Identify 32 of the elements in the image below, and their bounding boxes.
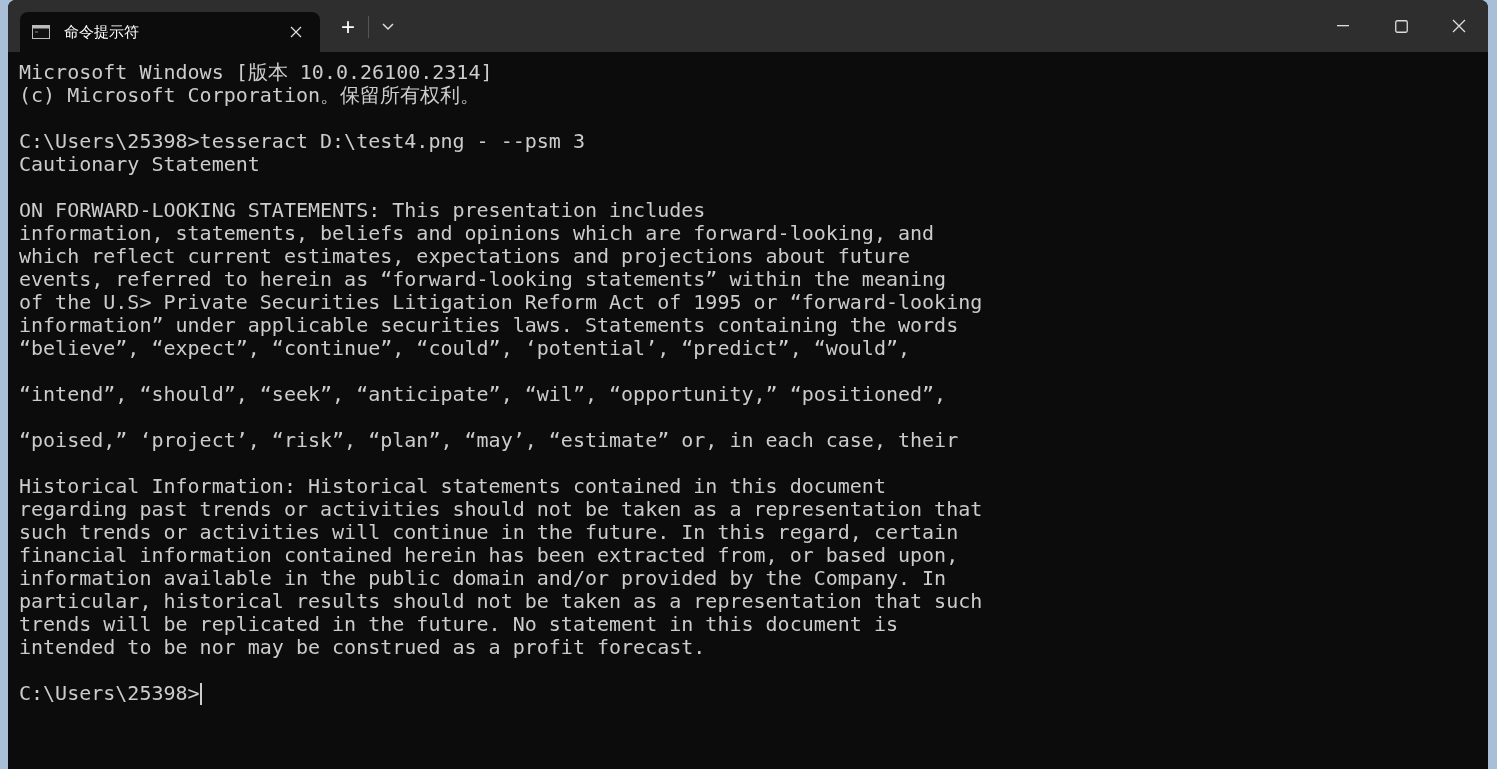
console-line: Historical Information: Historical statements contained in this document [19,474,886,498]
console-line: of the U.S> Private Securities Litigation Reform Act of 1995 or “forward-looking [19,290,983,314]
console-line: trends will be replicated in the future. No statement in this document is [19,612,898,636]
console-line: information” under applicable securities laws. Statements containing the words [19,313,959,337]
console-line: Cautionary Statement [19,152,260,176]
tab[interactable]: 命令提示符 [20,12,320,52]
console-line: information, statements, beliefs and opinions which are forward-looking, and [19,221,935,245]
minimize-icon [1337,25,1349,27]
console-line: such trends or activities will continue in the future. In this regard, certain [19,520,959,544]
console-line: ON FORWARD-LOOKING STATEMENTS: This presentation includes [19,198,706,222]
terminal-icon [32,25,50,39]
console-line: “believe”, “expect”, “continue”, “could”, ‘potential’, “predict”, “would”, [19,336,911,360]
new-tab-button[interactable]: + [332,11,364,43]
console-line: intended to be nor may be construed as a profit forecast. [19,635,706,659]
close-icon [290,26,302,38]
console-line: “intend”, “should”, “seek”, “anticipate”, “wil”, “opportunity,” “positioned”, [19,382,947,406]
console-line: financial information contained herein has been extracted from, or based upon, [19,543,959,567]
console-line: (c) Microsoft Corporation。保留所有权利。 [19,83,481,107]
console-line: particular, historical results should not be taken as a representation that such [19,589,983,613]
command-prompt: C:\Users\25398> [19,682,200,705]
tab-title: 命令提示符 [64,21,140,42]
console-line: C:\Users\25398>tesseract D:\test4.png - --psm 3 [19,129,585,153]
close-icon [1452,19,1466,33]
chevron-down-icon [382,23,394,31]
console-line: regarding past trends or activities should not be taken as a representation that [19,497,983,521]
console-line: events, referred to herein as “forward-looking statements” within the meaning [19,267,947,291]
console-line: information available in the public domain and/or provided by the Company. In [19,566,947,590]
text-cursor [199,682,202,705]
console-line: “poised,” ‘project’, “risk”, “plan”, “may’, “estimate” or, in each case, their [19,428,959,452]
console-line: which reflect current estimates, expectations and projections about future [19,244,911,268]
console-line: Microsoft Windows [版本 10.0.26100.2314] [19,60,493,84]
maximize-icon [1394,19,1408,33]
